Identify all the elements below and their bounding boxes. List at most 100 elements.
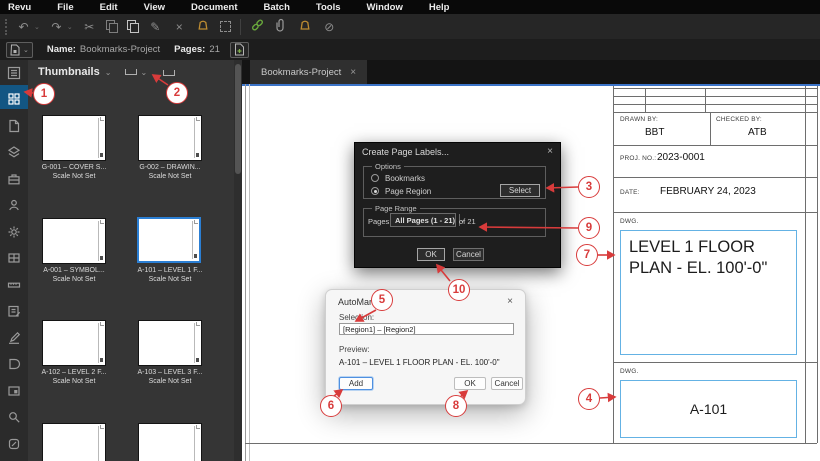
menu-revu[interactable]: Revu bbox=[8, 2, 31, 13]
thumbnail-a102[interactable] bbox=[42, 320, 106, 366]
studio-icon[interactable] bbox=[4, 195, 24, 215]
cut-icon[interactable]: ✂ bbox=[82, 19, 97, 35]
callout-7: 7 bbox=[576, 244, 598, 266]
properties-icon[interactable] bbox=[4, 63, 24, 83]
create-page-labels-region-button[interactable] bbox=[163, 63, 176, 81]
thumbnail-partial[interactable] bbox=[42, 423, 106, 461]
ok-button[interactable]: OK bbox=[417, 248, 445, 261]
thumbnails-icon[interactable] bbox=[4, 89, 24, 109]
page-region-radio-label: Page Region bbox=[385, 187, 432, 196]
layers-icon[interactable] bbox=[4, 142, 24, 162]
bookmarks-radio[interactable] bbox=[371, 174, 379, 182]
thumbnail-a101[interactable] bbox=[137, 217, 201, 263]
add-button[interactable]: Add bbox=[339, 377, 373, 390]
ok-button[interactable]: OK bbox=[454, 377, 486, 390]
menu-tools[interactable]: Tools bbox=[316, 2, 341, 13]
thumbnail-g002[interactable] bbox=[138, 115, 202, 161]
insert-pages-button[interactable] bbox=[229, 41, 249, 58]
add-page-icon bbox=[234, 43, 244, 56]
no-link-icon[interactable]: ⊘ bbox=[322, 19, 337, 35]
tab-label: Bookmarks-Project bbox=[261, 66, 342, 78]
menu-document[interactable]: Document bbox=[191, 2, 237, 13]
redo-dropdown-chevron[interactable]: ⌄ bbox=[67, 23, 73, 31]
revu-window: Revu File Edit View Document Batch Tools… bbox=[0, 0, 820, 461]
cancel-button[interactable]: Cancel bbox=[453, 248, 484, 261]
options-group-label: Options bbox=[372, 162, 404, 171]
thumbnail-a103[interactable] bbox=[138, 320, 202, 366]
callout-4: 4 bbox=[578, 388, 600, 410]
toolbox-icon[interactable] bbox=[4, 169, 24, 189]
thumbnail-scale: Scale Not Set bbox=[148, 173, 192, 180]
forms-icon[interactable] bbox=[4, 354, 24, 374]
thumbnail-label: A-001 – SYMBOL... bbox=[43, 267, 105, 274]
attachment-icon[interactable] bbox=[274, 18, 289, 36]
thumbnail-scale: Scale Not Set bbox=[148, 276, 192, 283]
menu-edit[interactable]: Edit bbox=[100, 2, 118, 13]
preview-label: Preview: bbox=[339, 345, 370, 354]
signatures-icon[interactable] bbox=[4, 328, 24, 348]
bookmarks-icon[interactable] bbox=[4, 116, 24, 136]
pages-dropdown[interactable]: All Pages (1 - 21) ⌄ bbox=[390, 213, 465, 227]
callout-10: 10 bbox=[448, 279, 470, 301]
menu-batch[interactable]: Batch bbox=[264, 2, 290, 13]
copy-icon[interactable] bbox=[105, 20, 118, 33]
tab-close-icon[interactable]: × bbox=[350, 67, 356, 78]
undo-dropdown-chevron[interactable]: ⌄ bbox=[34, 23, 40, 31]
menu-window[interactable]: Window bbox=[367, 2, 403, 13]
redo-icon[interactable]: ↷ bbox=[49, 19, 64, 35]
menu-file[interactable]: File bbox=[57, 2, 73, 13]
document-tab-bar: Bookmarks-Project × bbox=[242, 60, 820, 84]
thumbnail-a001[interactable] bbox=[42, 218, 106, 264]
markups-icon[interactable] bbox=[4, 301, 24, 321]
drag-handle[interactable] bbox=[5, 18, 7, 35]
delete-icon[interactable]: × bbox=[172, 19, 187, 35]
menu-view[interactable]: View bbox=[144, 2, 165, 13]
close-icon[interactable]: × bbox=[547, 146, 553, 157]
toolbar-separator bbox=[239, 18, 241, 35]
tab-bookmarks-project[interactable]: Bookmarks-Project × bbox=[250, 60, 368, 84]
thumbnail-scale: Scale Not Set bbox=[148, 378, 192, 385]
date-value: FEBRUARY 24, 2023 bbox=[660, 186, 756, 197]
thumbnails-menu-chevron[interactable]: ⌄ bbox=[105, 68, 112, 77]
of-pages-label: of 21 bbox=[459, 217, 476, 226]
format-painter-icon[interactable]: ✎ bbox=[148, 19, 163, 35]
preview-value: A-101 – LEVEL 1 FLOOR PLAN - EL. 100'-0" bbox=[339, 358, 500, 367]
media-icon[interactable] bbox=[4, 381, 24, 401]
checked-by-value: ATB bbox=[748, 127, 767, 138]
select-button[interactable]: Select bbox=[500, 184, 540, 197]
close-icon[interactable]: × bbox=[507, 296, 513, 307]
date-label: DATE: bbox=[620, 189, 640, 196]
page-range-group-label: Page Range bbox=[372, 204, 420, 213]
page-region-radio[interactable] bbox=[371, 187, 379, 195]
search-icon[interactable] bbox=[4, 407, 24, 427]
page-top-edge bbox=[242, 84, 820, 86]
page-left-edge-inner bbox=[249, 84, 250, 461]
undo-icon[interactable]: ↶ bbox=[16, 19, 31, 35]
callout-9: 9 bbox=[578, 217, 600, 239]
spaces-icon[interactable] bbox=[4, 222, 24, 242]
snapshot-crop-icon[interactable] bbox=[219, 21, 231, 32]
page-setup-dropdown[interactable]: ⌄ bbox=[6, 41, 33, 58]
selection-input[interactable]: [Region1] – [Region2] bbox=[339, 323, 514, 335]
windows-icon[interactable] bbox=[4, 248, 24, 268]
flag-icon-2[interactable] bbox=[298, 18, 313, 36]
dwg-label-1: DWG. bbox=[620, 218, 639, 225]
checked-by-label: CHECKED BY: bbox=[716, 116, 762, 123]
drawn-by-value: BBT bbox=[645, 127, 665, 138]
proj-no-label: PROJ. NO.: bbox=[620, 155, 657, 162]
cancel-button[interactable]: Cancel bbox=[491, 377, 523, 390]
menu-help[interactable]: Help bbox=[429, 2, 450, 13]
create-page-labels-button[interactable]: ⌄ bbox=[125, 68, 147, 77]
thumbnail-scale: Scale Not Set bbox=[52, 378, 96, 385]
links-icon[interactable] bbox=[4, 434, 24, 454]
paste-icon[interactable] bbox=[126, 20, 139, 33]
hyperlink-icon[interactable] bbox=[250, 18, 265, 36]
flag-icon[interactable] bbox=[196, 18, 211, 36]
thumbnail-partial[interactable] bbox=[138, 423, 202, 461]
drawn-by-label: DRAWN BY: bbox=[620, 116, 659, 123]
measurements-icon[interactable] bbox=[4, 275, 24, 295]
dwg-label-2: DWG. bbox=[620, 368, 639, 375]
thumbnail-g001[interactable] bbox=[42, 115, 106, 161]
pages-label: Pages: bbox=[368, 217, 392, 226]
thumbnails-scrollbar[interactable] bbox=[234, 60, 242, 461]
